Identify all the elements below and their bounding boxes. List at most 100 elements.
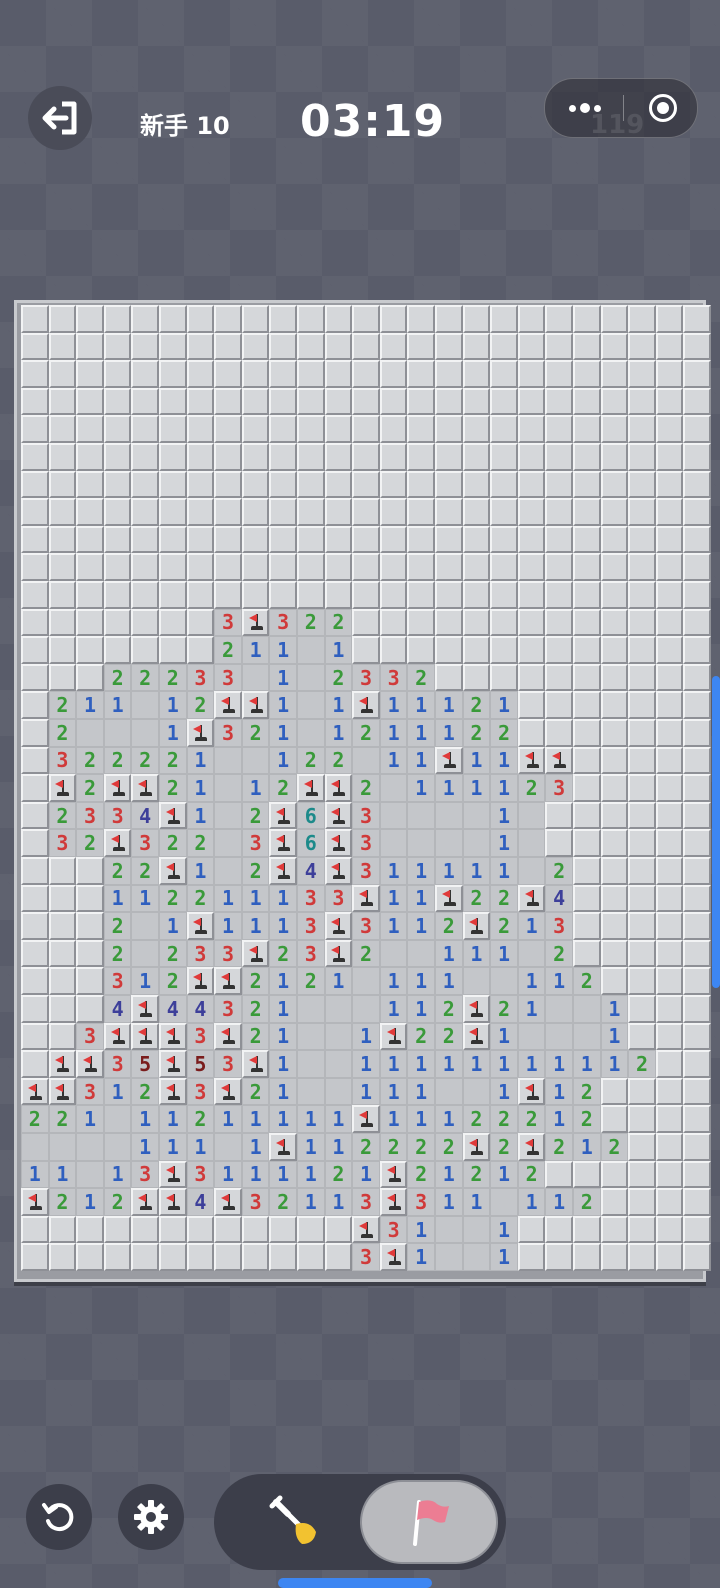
flagged-tile[interactable] xyxy=(131,1188,159,1216)
number-tile[interactable]: 2 xyxy=(490,1133,518,1161)
number-tile[interactable]: 1 xyxy=(269,719,297,747)
hidden-tile[interactable] xyxy=(241,387,270,416)
hidden-tile[interactable] xyxy=(600,857,629,885)
number-tile[interactable]: 1 xyxy=(462,939,491,968)
hidden-tile[interactable] xyxy=(600,636,629,664)
hidden-tile[interactable] xyxy=(655,884,684,913)
empty-tile[interactable] xyxy=(76,719,104,747)
hidden-tile[interactable] xyxy=(407,387,435,416)
number-tile[interactable]: 3 xyxy=(545,912,573,940)
number-tile[interactable]: 2 xyxy=(76,774,104,802)
hidden-tile[interactable] xyxy=(21,801,49,830)
hidden-tile[interactable] xyxy=(655,663,684,692)
hidden-tile[interactable] xyxy=(628,912,656,940)
hidden-tile[interactable] xyxy=(573,884,601,913)
hidden-tile[interactable] xyxy=(103,608,132,637)
number-tile[interactable]: 1 xyxy=(490,1077,518,1106)
number-tile[interactable]: 4 xyxy=(131,801,159,830)
hidden-tile[interactable] xyxy=(48,470,77,499)
flagged-tile[interactable] xyxy=(241,1050,270,1078)
number-tile[interactable]: 1 xyxy=(490,801,518,830)
hidden-tile[interactable] xyxy=(324,305,353,333)
hidden-tile[interactable] xyxy=(269,525,297,554)
hidden-tile[interactable] xyxy=(324,581,353,609)
number-tile[interactable]: 1 xyxy=(324,1188,353,1216)
number-tile[interactable]: 1 xyxy=(490,746,518,775)
hidden-tile[interactable] xyxy=(352,443,380,471)
hidden-tile[interactable] xyxy=(352,332,380,361)
hidden-tile[interactable] xyxy=(48,884,77,913)
number-tile[interactable]: 3 xyxy=(545,774,573,802)
number-tile[interactable]: 1 xyxy=(297,1133,325,1161)
hidden-tile[interactable] xyxy=(462,636,491,664)
hidden-tile[interactable] xyxy=(48,553,77,581)
hidden-tile[interactable] xyxy=(545,801,573,830)
number-tile[interactable]: 2 xyxy=(573,967,601,995)
hidden-tile[interactable] xyxy=(241,525,270,554)
hidden-tile[interactable] xyxy=(683,691,711,719)
hidden-tile[interactable] xyxy=(490,525,518,554)
hidden-tile[interactable] xyxy=(269,1215,297,1244)
hidden-tile[interactable] xyxy=(683,1160,711,1189)
hidden-tile[interactable] xyxy=(407,525,435,554)
number-tile[interactable]: 1 xyxy=(517,1050,546,1078)
number-tile[interactable]: 3 xyxy=(186,1160,215,1189)
hidden-tile[interactable] xyxy=(241,1215,270,1244)
flagged-tile[interactable] xyxy=(103,829,132,857)
flagged-tile[interactable] xyxy=(76,1050,104,1078)
flagged-tile[interactable] xyxy=(462,1133,491,1161)
hidden-tile[interactable] xyxy=(21,305,49,333)
hidden-tile[interactable] xyxy=(379,387,408,416)
number-tile[interactable]: 1 xyxy=(379,1050,408,1078)
hidden-tile[interactable] xyxy=(655,1243,684,1271)
empty-tile[interactable] xyxy=(297,719,325,747)
number-tile[interactable]: 3 xyxy=(297,939,325,968)
hidden-tile[interactable] xyxy=(297,332,325,361)
flagged-tile[interactable] xyxy=(435,884,463,913)
number-tile[interactable]: 2 xyxy=(435,995,463,1023)
hidden-tile[interactable] xyxy=(600,1243,629,1271)
hidden-tile[interactable] xyxy=(600,443,629,471)
hidden-tile[interactable] xyxy=(269,1243,297,1271)
number-tile[interactable]: 2 xyxy=(462,1105,491,1133)
number-tile[interactable]: 2 xyxy=(462,1160,491,1189)
hidden-tile[interactable] xyxy=(655,1050,684,1078)
hidden-tile[interactable] xyxy=(131,1243,159,1271)
number-tile[interactable]: 1 xyxy=(269,636,297,664)
hidden-tile[interactable] xyxy=(48,1243,77,1271)
flagged-tile[interactable] xyxy=(186,719,215,747)
empty-tile[interactable] xyxy=(490,967,518,995)
hidden-tile[interactable] xyxy=(573,608,601,637)
hidden-tile[interactable] xyxy=(573,387,601,416)
hidden-tile[interactable] xyxy=(655,801,684,830)
hidden-tile[interactable] xyxy=(600,415,629,443)
flagged-tile[interactable] xyxy=(324,774,353,802)
number-tile[interactable]: 1 xyxy=(545,1105,573,1133)
number-tile[interactable]: 2 xyxy=(435,912,463,940)
number-tile[interactable]: 2 xyxy=(407,1133,435,1161)
hidden-tile[interactable] xyxy=(241,1243,270,1271)
hidden-tile[interactable] xyxy=(600,498,629,526)
hidden-tile[interactable] xyxy=(269,470,297,499)
number-tile[interactable]: 1 xyxy=(407,1105,435,1133)
hidden-tile[interactable] xyxy=(186,498,215,526)
hidden-tile[interactable] xyxy=(435,608,463,637)
hidden-tile[interactable] xyxy=(573,912,601,940)
hidden-tile[interactable] xyxy=(683,1215,711,1244)
number-tile[interactable]: 2 xyxy=(297,746,325,775)
hidden-tile[interactable] xyxy=(159,1215,187,1244)
hidden-tile[interactable] xyxy=(573,829,601,857)
number-tile[interactable]: 2 xyxy=(269,774,297,802)
number-tile[interactable]: 1 xyxy=(379,995,408,1023)
hidden-tile[interactable] xyxy=(655,1188,684,1216)
number-tile[interactable]: 2 xyxy=(76,746,104,775)
hidden-tile[interactable] xyxy=(214,525,242,554)
hidden-tile[interactable] xyxy=(103,470,132,499)
hidden-tile[interactable] xyxy=(352,470,380,499)
hidden-tile[interactable] xyxy=(186,553,215,581)
hidden-tile[interactable] xyxy=(683,857,711,885)
hidden-tile[interactable] xyxy=(131,525,159,554)
number-tile[interactable]: 3 xyxy=(131,1160,159,1189)
number-tile[interactable]: 3 xyxy=(186,939,215,968)
hidden-tile[interactable] xyxy=(76,415,104,443)
